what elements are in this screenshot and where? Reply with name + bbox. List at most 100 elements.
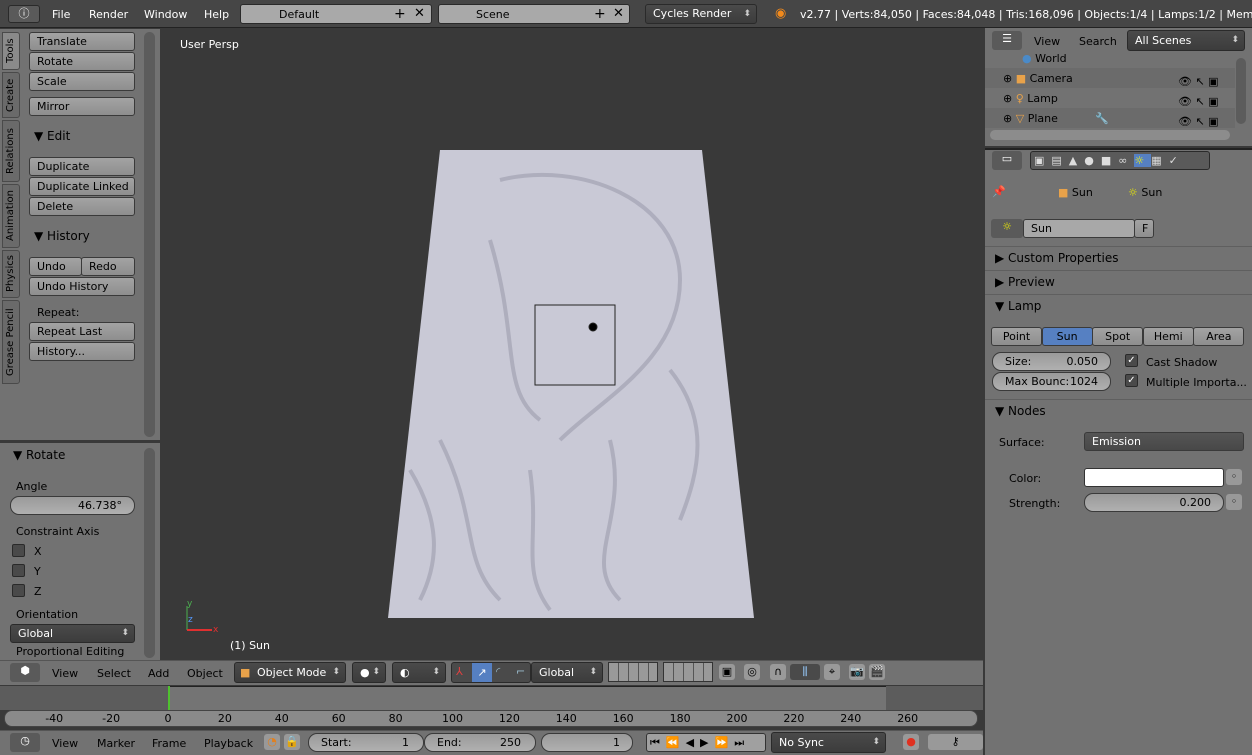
- strength-field[interactable]: 0.200: [1084, 493, 1224, 512]
- properties-editor-icon[interactable]: ▭: [992, 151, 1022, 170]
- start-frame-field[interactable]: Start: 1: [308, 733, 424, 752]
- undo-history-button[interactable]: Undo History: [29, 277, 135, 296]
- mode-dropdown[interactable]: ■ Object Mode: [234, 662, 346, 683]
- add-icon[interactable]: +: [394, 6, 406, 22]
- shading-dropdown[interactable]: ●: [352, 662, 386, 683]
- end-frame-field[interactable]: End: 250: [424, 733, 536, 752]
- close-icon[interactable]: ✕: [613, 6, 624, 21]
- translate-button[interactable]: Translate: [29, 32, 135, 51]
- manipulator-toggle-icon[interactable]: ⅄: [456, 665, 463, 678]
- lamp-data-tab[interactable]: ☼: [1134, 154, 1152, 167]
- mirror-button[interactable]: Mirror: [29, 97, 135, 116]
- tab-grease-pencil[interactable]: Grease Pencil: [2, 300, 20, 384]
- tab-relations[interactable]: Relations: [2, 120, 20, 182]
- repeat-last-button[interactable]: Repeat Last: [29, 322, 135, 341]
- info-editor-icon[interactable]: ⓘ: [8, 5, 40, 23]
- render-opengl-icon[interactable]: 📷: [849, 664, 865, 680]
- lamp-panel[interactable]: ▼ Lamp: [995, 299, 1041, 313]
- render-engine-dropdown[interactable]: Cycles Render: [645, 4, 757, 24]
- tab-animation[interactable]: Animation: [2, 184, 20, 248]
- outliner-editor-icon[interactable]: ☰: [992, 31, 1022, 50]
- outliner-item-plane[interactable]: ⊕ ▽ Plane 🔧: [1003, 112, 1109, 125]
- outliner-vscroll[interactable]: [1236, 58, 1246, 124]
- outliner-item-lamp[interactable]: ⊕ ♀ Lamp: [1003, 92, 1058, 105]
- orientation-dropdown[interactable]: Global: [10, 624, 135, 643]
- outliner-hscroll[interactable]: [990, 130, 1230, 140]
- cast-shadow-checkbox[interactable]: ✓: [1125, 354, 1138, 367]
- color-swatch[interactable]: [1084, 468, 1224, 487]
- tab-physics[interactable]: Physics: [2, 250, 20, 298]
- snap-icon[interactable]: ∩: [770, 664, 786, 680]
- preview-panel[interactable]: ▶ Preview: [995, 275, 1055, 289]
- tab-create[interactable]: Create: [2, 72, 20, 118]
- sync-dropdown[interactable]: No Sync: [771, 732, 886, 753]
- scene-selector[interactable]: Scene + ✕: [438, 4, 630, 24]
- history-panel-header[interactable]: ▼ History: [34, 229, 90, 243]
- menu-render[interactable]: Render: [89, 8, 128, 21]
- menu-window[interactable]: Window: [144, 8, 187, 21]
- layers-grid[interactable]: [608, 662, 658, 682]
- menu-help[interactable]: Help: [204, 8, 229, 21]
- menu-marker[interactable]: Marker: [97, 737, 135, 750]
- menu-select[interactable]: Select: [97, 667, 131, 680]
- timeline-editor-icon[interactable]: ◷: [10, 733, 40, 752]
- proportional-edit-icon[interactable]: ◎: [744, 664, 760, 680]
- outliner-item-world[interactable]: ● World: [1022, 52, 1067, 65]
- custom-properties-panel[interactable]: ▶ Custom Properties: [995, 251, 1118, 265]
- visibility-icons[interactable]: 👁 ↖ ▣ 👁 ↖ ▣ 👁 ↖ ▣: [1178, 72, 1219, 132]
- tab-tools[interactable]: Tools: [2, 32, 20, 70]
- outliner-menu-search[interactable]: Search: [1079, 35, 1117, 48]
- duplicate-linked-button[interactable]: Duplicate Linked: [29, 177, 135, 196]
- scale-manipulator-icon[interactable]: ⌐: [516, 665, 525, 678]
- operator-scrollbar[interactable]: [144, 448, 155, 658]
- editor-type-icon[interactable]: ⬢: [10, 663, 40, 682]
- record-icon[interactable]: ●: [903, 734, 919, 750]
- pin-icon[interactable]: 📌: [992, 185, 1006, 198]
- menu-playback[interactable]: Playback: [204, 737, 253, 750]
- lamp-type-sun[interactable]: Sun: [1041, 327, 1093, 346]
- rotate-manipulator-icon[interactable]: ◜: [496, 665, 500, 678]
- tool-shelf-scrollbar[interactable]: [144, 32, 155, 437]
- menu-add[interactable]: Add: [148, 667, 169, 680]
- menu-view[interactable]: View: [52, 667, 78, 680]
- plane-mesh[interactable]: [380, 140, 760, 630]
- keying-set-icon[interactable]: ⚷: [928, 734, 983, 750]
- add-icon[interactable]: +: [594, 6, 606, 22]
- undo-button[interactable]: Undo: [29, 257, 82, 276]
- menu-view[interactable]: View: [52, 737, 78, 750]
- surface-shader-button[interactable]: Emission: [1084, 432, 1244, 451]
- multiple-importance-checkbox[interactable]: ✓: [1125, 374, 1138, 387]
- layers-grid-2[interactable]: [663, 662, 713, 682]
- scale-button[interactable]: Scale: [29, 72, 135, 91]
- lamp-datablock-name[interactable]: Sun: [1023, 219, 1135, 238]
- keying-icon[interactable]: ◔: [264, 734, 280, 750]
- color-link-button[interactable]: ◦: [1226, 469, 1242, 485]
- strength-link-button[interactable]: ◦: [1226, 494, 1242, 510]
- axis-y-checkbox[interactable]: [12, 564, 25, 577]
- lamp-type-spot[interactable]: Spot: [1092, 327, 1144, 346]
- outliner-item-camera[interactable]: ⊕ ■ Camera: [1003, 72, 1073, 85]
- delete-button[interactable]: Delete: [29, 197, 135, 216]
- playback-controls[interactable]: ⏮⏪◀▶⏩⏭: [646, 733, 766, 752]
- lamp-type-point[interactable]: Point: [991, 327, 1042, 346]
- axis-z-checkbox[interactable]: [12, 584, 25, 597]
- max-bounces-field[interactable]: Max Bounc: 1024: [992, 372, 1111, 391]
- menu-file[interactable]: File: [52, 8, 70, 21]
- rotate-button[interactable]: Rotate: [29, 52, 135, 71]
- layout-name[interactable]: Default: [279, 8, 319, 21]
- history-button[interactable]: History...: [29, 342, 135, 361]
- angle-field[interactable]: 46.738°: [10, 496, 135, 515]
- outliner-menu-view[interactable]: View: [1034, 35, 1060, 48]
- lock-icon[interactable]: 🔒: [284, 734, 300, 750]
- lamp-type-area[interactable]: Area: [1193, 327, 1245, 346]
- snap-element-icon[interactable]: ⫼: [790, 664, 820, 680]
- rotate-panel-header[interactable]: ▼ Rotate: [13, 448, 65, 462]
- manipulator-buttons[interactable]: ⅄ ↗ ◜ ⌐: [451, 662, 531, 683]
- menu-object[interactable]: Object: [187, 667, 223, 680]
- outliner-filter-dropdown[interactable]: All Scenes: [1127, 30, 1245, 51]
- close-icon[interactable]: ✕: [414, 6, 425, 21]
- axis-x-checkbox[interactable]: [12, 544, 25, 557]
- lock-layers-icon[interactable]: ▣: [719, 664, 735, 680]
- snap-target-icon[interactable]: ⌖: [824, 664, 840, 680]
- translate-manipulator-icon[interactable]: ↗: [472, 663, 492, 682]
